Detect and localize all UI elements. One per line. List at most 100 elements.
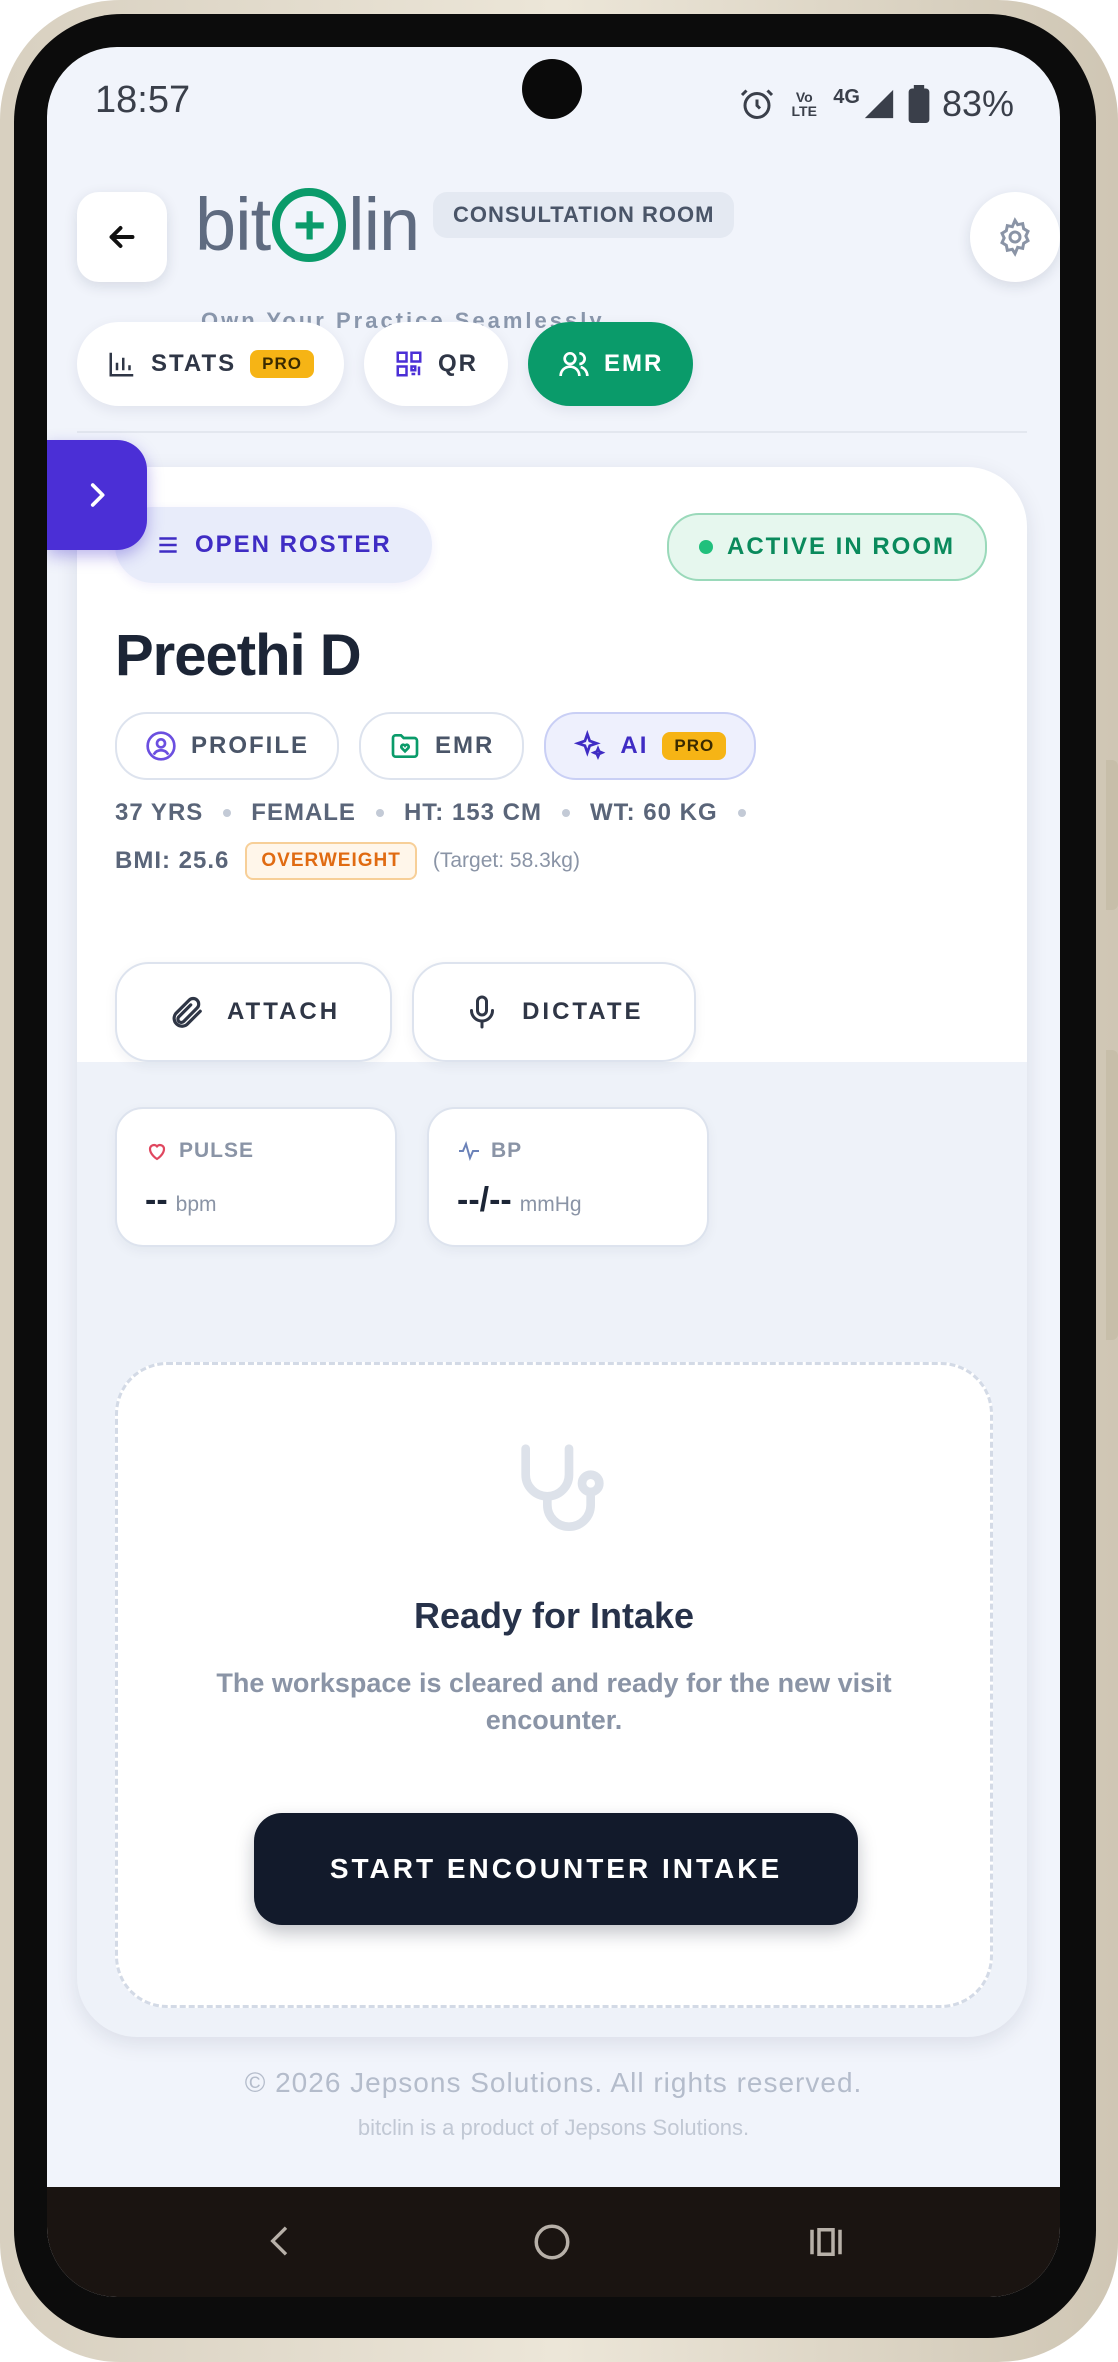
arrow-left-icon [109, 226, 135, 248]
patient-age: 37 YRS [115, 799, 204, 826]
phone-frame: 18:57 Vo LTE 4G 83% bit + lin CONSULTATI… [0, 0, 1118, 2362]
pro-badge: PRO [250, 350, 314, 378]
qr-code-icon [396, 351, 422, 377]
profile-chip-label: PROFILE [191, 732, 310, 759]
users-icon [559, 352, 589, 377]
open-roster-label: OPEN ROSTER [195, 531, 392, 558]
tab-emr[interactable]: EMR [527, 322, 694, 406]
separator-dot [737, 809, 746, 817]
folder-heart-icon [391, 734, 419, 758]
target-weight: (Target: 58.3kg) [432, 849, 580, 872]
microphone-icon [470, 995, 495, 1029]
patient-bmi: BMI: 25.6 [115, 847, 230, 874]
copyright-text: © 2026 Jepsons Solutions. All rights res… [244, 2067, 863, 2098]
separator-dot [223, 809, 232, 817]
status-bar: 18:57 Vo LTE 4G 83% [47, 47, 1060, 167]
brand-text-end: lin [348, 183, 420, 266]
consultation-card: OPEN ROSTER ACTIVE IN ROOM Preethi D PRO… [77, 467, 1027, 2037]
patient-demographics: 37 YRS FEMALE HT: 153 CM WT: 60 KG [115, 799, 746, 827]
chevron-right-icon [90, 483, 105, 507]
user-circle-icon [146, 731, 176, 761]
settings-button[interactable] [970, 192, 1060, 282]
network-label: 4G [833, 85, 860, 108]
system-back-icon[interactable] [261, 2221, 301, 2261]
bmi-category-badge: OVERWEIGHT [245, 842, 417, 880]
bmi-row: BMI: 25.6 OVERWEIGHT (Target: 58.3kg) [115, 842, 580, 880]
ai-chip-label: AI [620, 732, 649, 759]
patient-gender: FEMALE [251, 799, 356, 826]
pulse-value: -- [145, 1181, 168, 1219]
front-camera [522, 59, 582, 119]
room-badge: CONSULTATION ROOM [433, 192, 735, 238]
vitals-row: PULSE -- bpm BP --/-- mmHg [115, 1107, 709, 1247]
bp-label-row: BP [457, 1139, 522, 1163]
battery-icon [908, 85, 930, 123]
sparkles-icon [574, 730, 606, 761]
tab-stats[interactable]: STATS PRO [77, 322, 344, 406]
bar-chart-icon [109, 352, 134, 377]
patient-actions: ATTACH DICTATE [115, 962, 696, 1062]
intake-panel: Ready for Intake The workspace is cleare… [115, 1362, 993, 2008]
nav-tabs: STATS PRO QR EMR [77, 322, 694, 406]
brand-logo: bit + lin [195, 182, 420, 267]
stethoscope-icon [521, 1444, 604, 1531]
tab-qr-label: QR [437, 350, 478, 377]
active-status-label: ACTIVE IN ROOM [727, 533, 956, 560]
activity-icon [459, 1141, 479, 1161]
open-roster-button[interactable]: OPEN ROSTER [115, 507, 432, 583]
start-encounter-button[interactable]: START ENCOUNTER INTAKE [254, 1813, 858, 1925]
bp-label: BP [491, 1139, 523, 1162]
status-time: 18:57 [95, 79, 191, 121]
pulse-unit: bpm [175, 1193, 217, 1216]
intake-description: The workspace is cleared and ready for t… [216, 1668, 892, 1735]
battery-percent: 83% [941, 83, 1014, 124]
tab-stats-label: STATS [151, 350, 237, 377]
paperclip-icon [172, 996, 202, 1028]
pulse-label: PULSE [179, 1139, 255, 1162]
system-nav-bar [47, 2187, 1060, 2297]
app-header: bit + lin CONSULTATION ROOM Own Your Pra… [77, 183, 1060, 333]
system-home-icon[interactable] [531, 2221, 573, 2263]
alarm-icon [741, 89, 774, 119]
active-status-badge: ACTIVE IN ROOM [667, 513, 988, 581]
bp-card[interactable]: BP --/-- mmHg [427, 1107, 709, 1247]
product-text: bitclin is a product of Jepsons Solution… [357, 2115, 750, 2140]
heart-icon [148, 1143, 166, 1161]
patient-weight: WT: 60 KG [589, 799, 718, 826]
dictate-label: DICTATE [522, 998, 644, 1025]
attach-label: ATTACH [227, 998, 341, 1025]
separator-dot [561, 809, 570, 817]
dictate-button[interactable]: DICTATE [412, 962, 696, 1062]
status-icons: Vo LTE 4G 83% [739, 83, 1014, 125]
ai-chip[interactable]: AI PRO [544, 712, 757, 780]
pulse-card[interactable]: PULSE -- bpm [115, 1107, 397, 1247]
gear-icon [1000, 217, 1030, 257]
pulse-label-row: PULSE [145, 1139, 254, 1163]
power-button [1106, 1050, 1118, 1340]
back-button[interactable] [77, 192, 167, 282]
tab-emr-label: EMR [603, 350, 664, 377]
emr-chip-label: EMR [435, 732, 495, 759]
bp-unit: mmHg [519, 1193, 582, 1216]
app-screen: 18:57 Vo LTE 4G 83% bit + lin CONSULTATI… [47, 47, 1060, 2297]
separator-dot [375, 809, 384, 817]
volume-button [1106, 760, 1118, 910]
patient-height: HT: 153 CM [403, 799, 542, 826]
pulse-value-row: -- bpm [145, 1181, 217, 1220]
profile-chip[interactable]: PROFILE [115, 712, 340, 780]
drawer-toggle-button[interactable] [47, 440, 147, 550]
bp-value-row: --/-- mmHg [457, 1181, 582, 1220]
patient-chips: PROFILE EMR AI PRO [115, 712, 757, 780]
header-divider [77, 431, 1027, 433]
brand-cross-mark: + [272, 187, 347, 262]
emr-chip[interactable]: EMR [359, 712, 525, 780]
signal-icon [864, 89, 894, 119]
attach-button[interactable]: ATTACH [115, 962, 393, 1062]
bp-value: --/-- [457, 1181, 512, 1219]
intake-title: Ready for Intake [413, 1595, 695, 1636]
tab-qr[interactable]: QR [363, 322, 508, 406]
system-recents-icon[interactable] [805, 2221, 847, 2263]
patient-name: Preethi D [115, 623, 362, 688]
menu-icon [159, 537, 177, 553]
status-dot-icon [699, 540, 713, 554]
